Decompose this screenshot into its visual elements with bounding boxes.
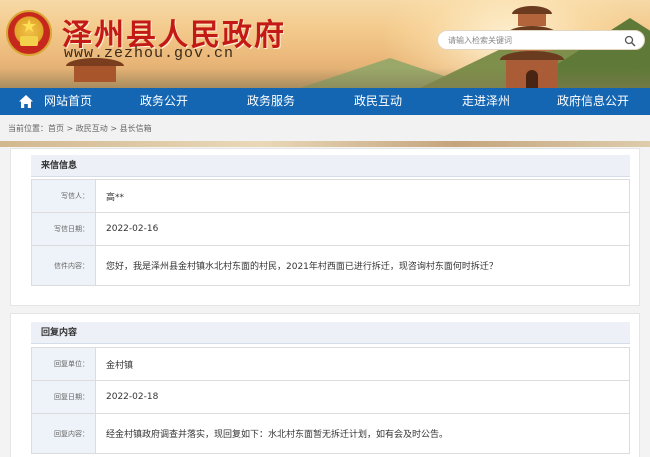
letter-content-label: 信件内容： xyxy=(32,246,96,285)
nav-item-info-disclosure[interactable]: 政府信息公开 xyxy=(557,88,629,115)
nav-item-interaction[interactable]: 政民互动 xyxy=(354,88,402,115)
main-nav: 网站首页 政务公开 政务服务 政民互动 走进泽州 政府信息公开 xyxy=(0,88,650,115)
search-input[interactable] xyxy=(448,33,618,48)
table-row: 回复单位： 金村镇 xyxy=(31,348,630,381)
reply-panel: 回复内容 回复单位： 金村镇 回复日期： 2022-02-18 回复内容： 经金… xyxy=(10,313,640,457)
decorative-stripe xyxy=(0,141,650,147)
site-url: www.zezhou.gov.cn xyxy=(64,45,235,62)
letter-panel-title: 来信信息 xyxy=(31,155,630,177)
letter-panel: 来信信息 写信人： 高** 写信日期： 2022-02-16 信件内容： 您好，… xyxy=(10,148,640,306)
reply-table: 回复单位： 金村镇 回复日期： 2022-02-18 回复内容： 经金村镇政府调… xyxy=(31,347,630,454)
search-box[interactable] xyxy=(437,30,645,50)
table-row: 信件内容： 您好，我是泽州县金村镇水北村东面的村民，2021年村西面已进行拆迁，… xyxy=(31,246,630,286)
search-icon[interactable] xyxy=(624,35,636,47)
national-emblem-icon: ★ xyxy=(6,10,52,56)
reply-panel-title: 回复内容 xyxy=(31,322,630,344)
table-row: 写信人： 高** xyxy=(31,180,630,213)
letter-content-value: 您好，我是泽州县金村镇水北村东面的村民，2021年村西面已进行拆迁，现咨询村东面… xyxy=(106,262,498,272)
nav-item-home[interactable]: 网站首页 xyxy=(44,88,92,115)
nav-item-about-zezhou[interactable]: 走进泽州 xyxy=(462,88,510,115)
letter-date-label: 写信日期： xyxy=(32,213,96,245)
letter-table: 写信人： 高** 写信日期： 2022-02-16 信件内容： 您好，我是泽州县… xyxy=(31,179,630,286)
reply-unit-value: 金村镇 xyxy=(106,360,134,371)
home-icon[interactable] xyxy=(18,94,34,109)
reply-date-label: 回复日期： xyxy=(32,381,96,413)
reply-content-label: 回复内容： xyxy=(32,414,96,453)
breadcrumb-bar: 当前位置：首页 > 政民互动 > 县长信箱 xyxy=(0,115,650,141)
table-row: 回复内容： 经金村镇政府调查并落实，现回复如下：水北村东面暂无拆迁计划，如有会及… xyxy=(31,414,630,454)
reply-content-value: 经金村镇政府调查并落实，现回复如下：水北村东面暂无拆迁计划，如有会及时公告。 xyxy=(106,430,449,440)
nav-item-gov-affairs-open[interactable]: 政务公开 xyxy=(140,88,188,115)
site-header: ★ 泽州县人民政府 www.zezhou.gov.cn xyxy=(0,0,650,88)
reply-date-value: 2022-02-18 xyxy=(106,392,159,402)
table-row: 回复日期： 2022-02-18 xyxy=(31,381,630,414)
letter-date-value: 2022-02-16 xyxy=(106,224,159,234)
writer-value: 高** xyxy=(106,192,125,203)
table-row: 写信日期： 2022-02-16 xyxy=(31,213,630,246)
writer-label: 写信人： xyxy=(32,180,96,212)
nav-item-gov-services[interactable]: 政务服务 xyxy=(247,88,295,115)
reply-unit-label: 回复单位： xyxy=(32,348,96,380)
breadcrumb[interactable]: 当前位置：首页 > 政民互动 > 县长信箱 xyxy=(8,123,152,134)
